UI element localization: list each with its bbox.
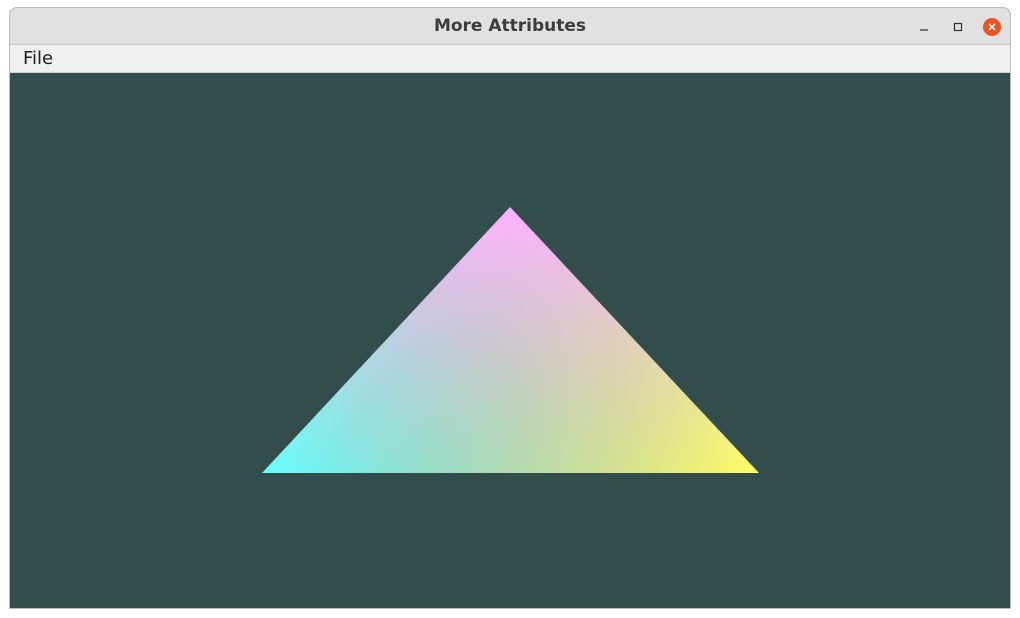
close-icon	[988, 23, 996, 31]
window-title: More Attributes	[433, 16, 587, 36]
minimize-icon	[920, 29, 928, 31]
menu-file[interactable]: File	[23, 48, 53, 69]
close-button-circle	[983, 18, 1001, 36]
title-bar[interactable]: More Attributes	[10, 8, 1010, 45]
app-window: More Attributes File	[9, 7, 1011, 609]
maximize-icon	[953, 22, 963, 32]
maximize-button[interactable]	[948, 17, 968, 37]
opengl-viewport[interactable]	[10, 73, 1010, 608]
close-button[interactable]	[982, 17, 1002, 37]
minimize-button[interactable]	[914, 17, 934, 37]
render-canvas	[10, 73, 1010, 608]
menu-bar: File	[10, 45, 1010, 73]
